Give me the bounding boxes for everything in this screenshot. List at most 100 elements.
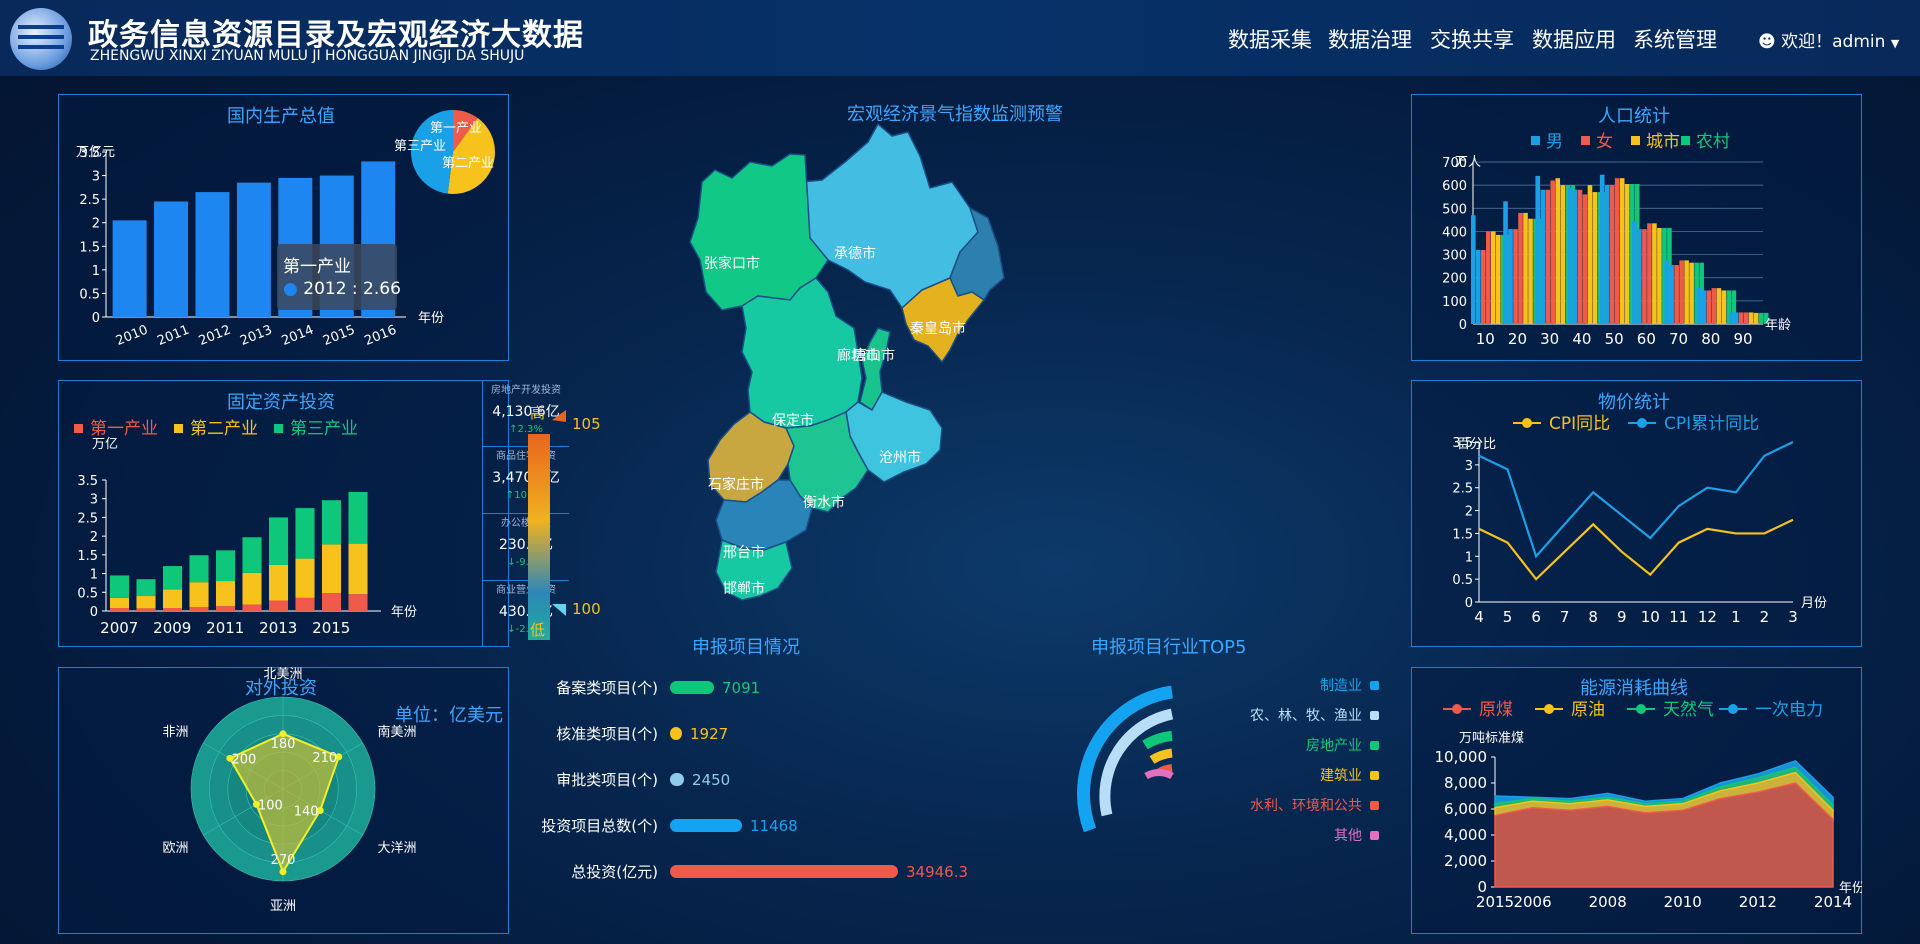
radar-indicator-label: 亚洲 — [270, 899, 296, 914]
pop-y-tick: 400 — [1442, 225, 1467, 240]
fa-y-tick: 0 — [90, 605, 98, 620]
gdp-y-tick: 3.5 — [79, 146, 100, 161]
nav-data-governance[interactable]: 数据治理 — [1328, 24, 1412, 54]
pop-bar — [1503, 201, 1508, 324]
gdp-y-tick: 0.5 — [79, 287, 100, 302]
fa-bar-segment — [136, 579, 156, 597]
pop-bar — [1567, 187, 1573, 324]
tooltip-value: ● 2012 : 2.66 — [283, 279, 401, 299]
price-x-tick: 8 — [1588, 608, 1598, 626]
nav-data-application[interactable]: 数据应用 — [1532, 24, 1616, 54]
pop-y-tick: 200 — [1442, 272, 1467, 287]
ring-construction[interactable] — [1149, 748, 1173, 764]
pop-bar — [1758, 312, 1764, 324]
fa-x-tick: 2007 — [100, 619, 138, 637]
price-y-tick: 0.5 — [1452, 573, 1473, 588]
top5-legend-label: 水利、环境和公共 — [1250, 798, 1362, 814]
fa-y-tick: 1 — [90, 568, 98, 583]
project-label: 投资项目总数(个) — [541, 817, 658, 835]
fa-bar-segment — [136, 596, 156, 609]
energy-legend-label: 一次电力 — [1755, 700, 1823, 720]
projects-title: 申报项目情况 — [692, 637, 800, 658]
fa-bar-segment — [348, 491, 368, 544]
pop-legend-label: 女 — [1596, 132, 1613, 152]
pop-bar — [1535, 175, 1541, 324]
price-x-tick: 12 — [1698, 608, 1717, 626]
pop-x-tick: 70 — [1669, 330, 1688, 348]
visual-map-min: 100 — [572, 600, 601, 618]
pop-y-tick: 700 — [1442, 156, 1467, 171]
fixed-asset-chart: 第一产业 第二产业 第三产业万亿 0 0.5 1 1.5 2 2.5 3 3.5 2007 2009 20… — [74, 419, 417, 637]
gdp-y-tick: 1.5 — [79, 240, 100, 255]
pop-bar — [1496, 234, 1501, 324]
pop-bar — [1664, 260, 1669, 324]
pop-bar — [1491, 231, 1496, 324]
fa-bar-segment — [109, 575, 130, 598]
top5-legend-label: 其他 — [1334, 828, 1362, 844]
top5-legend-swatch — [1370, 831, 1379, 840]
visual-map-handle-top-icon[interactable] — [552, 410, 566, 422]
gdp-pie-label: 第三产业 — [394, 139, 446, 154]
fa-bar-segment — [109, 597, 130, 609]
gdp-y-tick: 3 — [92, 170, 100, 185]
fa-bar-segment — [321, 544, 342, 594]
pop-x-tick: 30 — [1540, 330, 1559, 348]
radar-point — [279, 868, 287, 876]
gdp-x-tick: 2016 — [362, 323, 398, 349]
pop-bar — [1721, 290, 1727, 324]
ring-other[interactable] — [1144, 769, 1174, 780]
pop-bar — [1748, 312, 1754, 324]
energy-y-tick: 6,000 — [1444, 800, 1487, 818]
energy-x-tick: 2012 — [1739, 893, 1777, 911]
map-city-label: 邯郸市 — [723, 580, 765, 597]
nav-exchange-share[interactable]: 交换共享 — [1430, 24, 1514, 54]
pop-bar — [1523, 212, 1528, 324]
energy-y-tick: 4,000 — [1444, 826, 1487, 844]
radar-indicator-label: 非洲 — [163, 725, 189, 740]
gdp-y-tick: 2.5 — [79, 193, 100, 208]
nav-data-collection[interactable]: 数据采集 — [1228, 24, 1312, 54]
pop-legend-label: 城市 — [1646, 132, 1680, 152]
price-line — [1478, 441, 1794, 559]
pop-bar — [1696, 288, 1702, 324]
pop-bar — [1753, 312, 1759, 324]
price-legend-label: CPI累计同比 — [1664, 414, 1759, 434]
hebei-map: 张家口市承德市秦皇岛市唐山市廊坊市保定市沧州市石家庄市衡水市邢台市邯郸市 高 低… — [528, 122, 1005, 640]
radar-value-label: 100 — [258, 798, 283, 813]
energy-x-axis-label: 年份 — [1839, 881, 1862, 896]
ring-realestate[interactable] — [1142, 731, 1173, 750]
fa-bar-segment — [162, 589, 183, 609]
pop-bar — [1632, 221, 1637, 324]
pop-bar — [1572, 189, 1578, 324]
pop-x-tick: 40 — [1572, 330, 1591, 348]
pop-x-axis-label: 年龄 — [1765, 318, 1791, 333]
radar-value-label: 210 — [312, 751, 337, 766]
fa-bar-segment — [162, 608, 183, 611]
price-legend-dot — [1522, 418, 1532, 428]
energy-x-tick: 2015 — [1476, 893, 1514, 911]
radar-chart: 北美洲南美洲大洋洲亚洲 欧洲 非洲 180 210 140 270 100 200 — [163, 667, 417, 914]
header: 政务信息资源目录及宏观经济大数据 ZHENGWU XINXI ZIYUAN MU… — [0, 0, 1920, 76]
fa-bar-segment — [348, 543, 368, 595]
radar-value-label: 140 — [294, 804, 319, 819]
nav-system-management[interactable]: 系统管理 — [1633, 24, 1717, 54]
pop-x-tick: 90 — [1733, 330, 1752, 348]
visual-map-handle-bottom-icon[interactable] — [552, 604, 566, 616]
project-bar — [670, 865, 898, 878]
price-y-tick: 3.5 — [1452, 436, 1473, 451]
map-city-label: 石家庄市 — [708, 476, 764, 493]
energy-legend-dot — [1728, 704, 1738, 714]
fa-legend-label: 第三产业 — [290, 419, 358, 439]
fa-y-tick: 3 — [90, 493, 98, 508]
fa-bar-segment — [162, 566, 183, 590]
visual-map-max: 105 — [572, 415, 601, 433]
gdp-bar — [112, 220, 147, 317]
pop-bar — [1540, 189, 1546, 324]
top5-legend-swatch — [1370, 681, 1379, 690]
user-menu[interactable]: ☻ 欢迎！admin ▼ — [1758, 27, 1899, 52]
price-x-tick: 1 — [1731, 608, 1741, 626]
pop-legend-swatch — [1681, 136, 1690, 145]
energy-legend-label: 原油 — [1571, 700, 1605, 720]
fa-bar-segment — [109, 608, 130, 611]
price-chart: CPI同比 CPI累计同比百分比00.511.522.533.54 5 6 7 8 9 10 1… — [1452, 414, 1827, 626]
